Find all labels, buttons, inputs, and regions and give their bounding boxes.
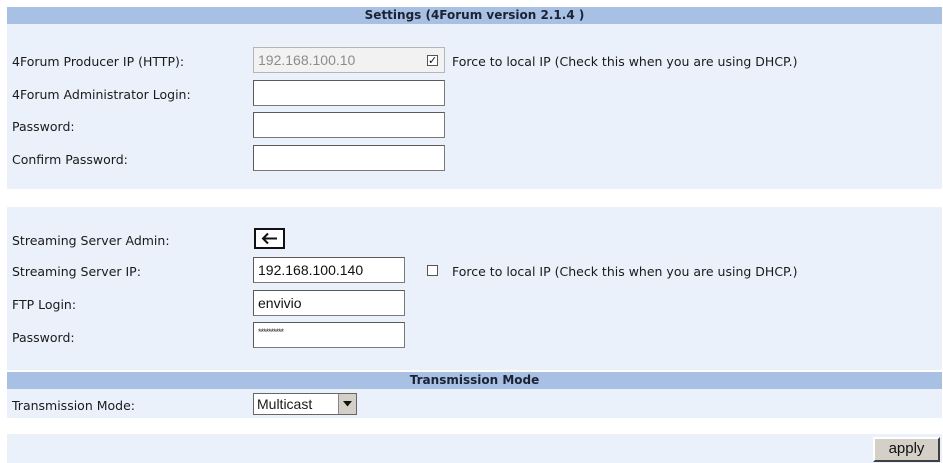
streaming-admin-button[interactable]: [254, 228, 285, 249]
dropdown-arrow-icon[interactable]: [338, 394, 356, 414]
apply-button[interactable]: apply: [873, 437, 940, 462]
streaming-force-local-checkbox[interactable]: [427, 265, 438, 276]
password-label: Password:: [12, 119, 75, 134]
ftp-password-input[interactable]: **********: [253, 322, 405, 348]
streaming-admin-label: Streaming Server Admin:: [12, 233, 170, 248]
producer-settings-panel: [7, 24, 942, 189]
producer-ip-label: 4Forum Producer IP (HTTP):: [12, 54, 185, 69]
confirm-password-label: Confirm Password:: [12, 152, 128, 167]
streaming-ip-input[interactable]: 192.168.100.140: [253, 257, 405, 283]
streaming-ip-label: Streaming Server IP:: [12, 264, 141, 279]
streaming-force-local-label: Force to local IP (Check this when you a…: [452, 264, 798, 279]
transmission-header: Transmission Mode: [7, 372, 942, 389]
producer-ip-input[interactable]: 192.168.100.10: [253, 47, 445, 73]
transmission-mode-label: Transmission Mode:: [12, 398, 135, 413]
ftp-password-label: Password:: [12, 330, 75, 345]
ftp-login-label: FTP Login:: [12, 297, 77, 312]
transmission-mode-value: Multicast: [257, 396, 313, 412]
arrow-left-icon: [261, 232, 277, 245]
transmission-panel: [7, 389, 942, 418]
streaming-settings-panel: [7, 207, 942, 370]
confirm-password-input[interactable]: [253, 145, 445, 171]
apply-panel: [7, 434, 942, 463]
password-input[interactable]: [253, 112, 445, 138]
settings-header: Settings (4Forum version 2.1.4 ): [7, 7, 942, 24]
producer-force-local-checkbox[interactable]: ✓: [427, 55, 438, 66]
ftp-login-input[interactable]: envivio: [253, 290, 405, 316]
admin-login-label: 4Forum Administrator Login:: [12, 87, 191, 102]
transmission-mode-select[interactable]: Multicast: [253, 393, 357, 415]
producer-force-local-label: Force to local IP (Check this when you a…: [452, 54, 798, 69]
check-icon: ✓: [428, 54, 438, 67]
admin-login-input[interactable]: [253, 80, 445, 106]
